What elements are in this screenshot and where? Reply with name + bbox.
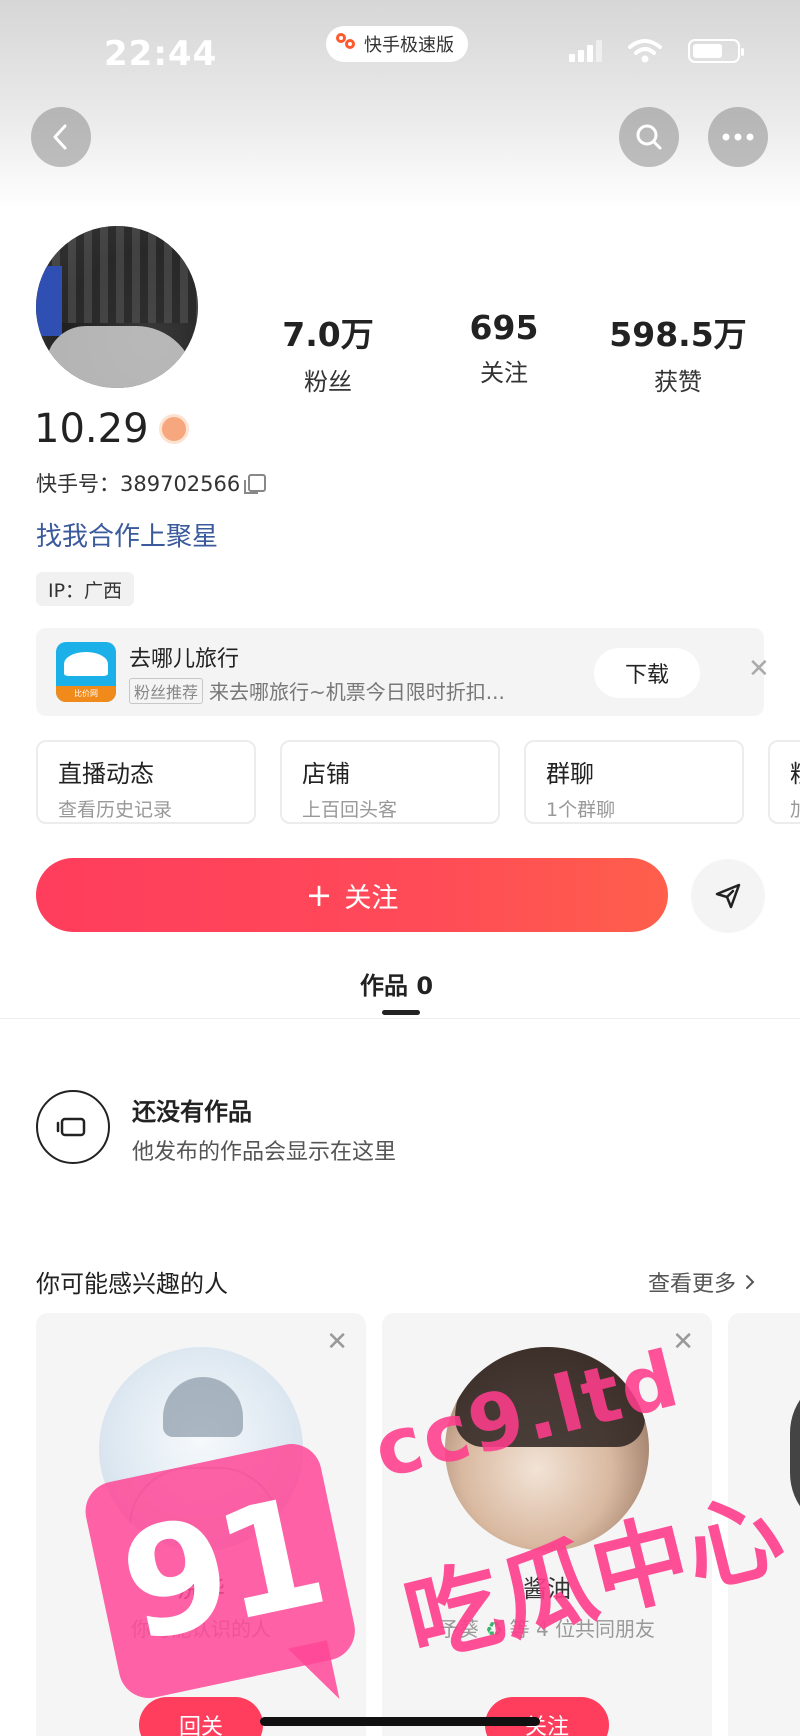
stat-likes[interactable]: 598.5万 获赞 bbox=[598, 308, 758, 397]
watermark-number: 91 bbox=[107, 1465, 333, 1677]
feature-subtitle: 加 bbox=[790, 799, 800, 821]
stat-fans-value: 7.0万 bbox=[282, 315, 374, 354]
feature-title: 群聊 bbox=[546, 760, 594, 788]
profile-nickname: 10.29 bbox=[34, 406, 189, 452]
search-icon bbox=[636, 124, 662, 150]
stat-likes-label: 获赞 bbox=[654, 368, 702, 396]
profile-avatar[interactable] bbox=[36, 226, 198, 388]
kuaishou-id: 快手号：389702566 bbox=[36, 468, 267, 498]
feature-cards: 直播动态 查看历史记录 店铺 上百回头客 群聊 1个群聊 粉 加 bbox=[36, 740, 800, 824]
suggestions-title: 你可能感兴趣的人 bbox=[36, 1270, 228, 1298]
status-bar: 22:44 快手极速版 bbox=[0, 0, 800, 100]
home-indicator[interactable] bbox=[260, 1717, 540, 1726]
search-button[interactable] bbox=[619, 107, 679, 167]
empty-subtitle: 他发布的作品会显示在这里 bbox=[132, 1140, 397, 1165]
ad-close-icon[interactable]: ✕ bbox=[748, 654, 770, 684]
suggestions-more-link[interactable]: 查看更多 bbox=[648, 1266, 756, 1298]
copy-icon[interactable] bbox=[244, 474, 267, 494]
level-badge-icon[interactable] bbox=[158, 414, 189, 444]
stat-fans[interactable]: 7.0万 粉丝 bbox=[248, 308, 408, 397]
kuaishou-id-text: 快手号：389702566 bbox=[36, 472, 241, 496]
tab-indicator bbox=[382, 1010, 420, 1015]
app-name: 快手极速版 bbox=[364, 35, 454, 56]
cooperation-link[interactable]: 找我合作上聚星 bbox=[36, 516, 218, 553]
more-button[interactable] bbox=[708, 107, 768, 167]
stat-following[interactable]: 695 关注 bbox=[424, 308, 584, 388]
suggestion-avatar[interactable] bbox=[790, 1373, 800, 1533]
feature-title: 直播动态 bbox=[58, 760, 154, 788]
battery-icon bbox=[688, 39, 744, 63]
ad-download-button[interactable]: 下载 bbox=[594, 648, 700, 698]
feature-live-history[interactable]: 直播动态 查看历史记录 bbox=[36, 740, 256, 824]
feature-title: 粉 bbox=[790, 754, 800, 789]
qunar-app-icon: 比价网 bbox=[56, 642, 116, 702]
ad-subtitle: 来去哪旅行~机票今日限时折扣... bbox=[209, 680, 505, 704]
status-icons bbox=[569, 38, 744, 64]
feature-fans-group[interactable]: 粉 加 bbox=[768, 740, 800, 824]
ad-title: 去哪儿旅行 bbox=[129, 647, 240, 672]
follow-button[interactable]: + 关注 bbox=[36, 858, 668, 932]
feature-shop[interactable]: 店铺 上百回头客 bbox=[280, 740, 500, 824]
stat-following-value: 695 bbox=[469, 308, 539, 347]
signal-icon bbox=[569, 40, 602, 62]
feature-subtitle: 上百回头客 bbox=[302, 799, 398, 821]
tab-works[interactable]: 作品 0 bbox=[360, 966, 433, 1001]
stat-following-label: 关注 bbox=[480, 359, 528, 387]
stat-likes-value: 598.5万 bbox=[609, 315, 747, 354]
wifi-icon bbox=[628, 39, 662, 63]
ad-subtitle-row: 粉丝推荐 来去哪旅行~机票今日限时折扣... bbox=[129, 676, 505, 705]
kuaishou-logo-icon bbox=[336, 33, 358, 55]
ad-card[interactable]: 比价网 去哪儿旅行 粉丝推荐 来去哪旅行~机票今日限时折扣... 下载 ✕ bbox=[36, 628, 770, 716]
back-button[interactable] bbox=[31, 107, 91, 167]
close-icon[interactable]: ✕ bbox=[326, 1327, 348, 1357]
share-button[interactable] bbox=[691, 859, 765, 933]
empty-title: 还没有作品 bbox=[132, 1098, 252, 1126]
more-icon bbox=[722, 133, 754, 141]
plus-icon: + bbox=[305, 876, 333, 914]
stat-fans-label: 粉丝 bbox=[304, 368, 352, 396]
more-label: 查看更多 bbox=[648, 1272, 737, 1297]
feature-group-chat[interactable]: 群聊 1个群聊 bbox=[524, 740, 744, 824]
divider bbox=[0, 1018, 800, 1019]
empty-works-icon bbox=[36, 1090, 110, 1164]
chevron-left-icon bbox=[53, 124, 67, 150]
feature-subtitle: 1个群聊 bbox=[546, 799, 616, 821]
ad-tag: 粉丝推荐 bbox=[129, 677, 204, 704]
feature-subtitle: 查看历史记录 bbox=[58, 799, 173, 821]
follow-label: 关注 bbox=[344, 882, 399, 914]
feature-title: 店铺 bbox=[302, 760, 350, 788]
app-indicator[interactable]: 快手极速版 bbox=[326, 26, 468, 62]
ip-location: IP：广西 bbox=[36, 572, 135, 606]
close-icon[interactable]: ✕ bbox=[672, 1327, 694, 1357]
nickname-text: 10.29 bbox=[34, 406, 149, 452]
send-icon bbox=[715, 883, 741, 909]
chevron-right-icon bbox=[746, 1275, 755, 1289]
status-time: 22:44 bbox=[104, 34, 218, 74]
ad-icon-caption: 比价网 bbox=[56, 686, 116, 702]
